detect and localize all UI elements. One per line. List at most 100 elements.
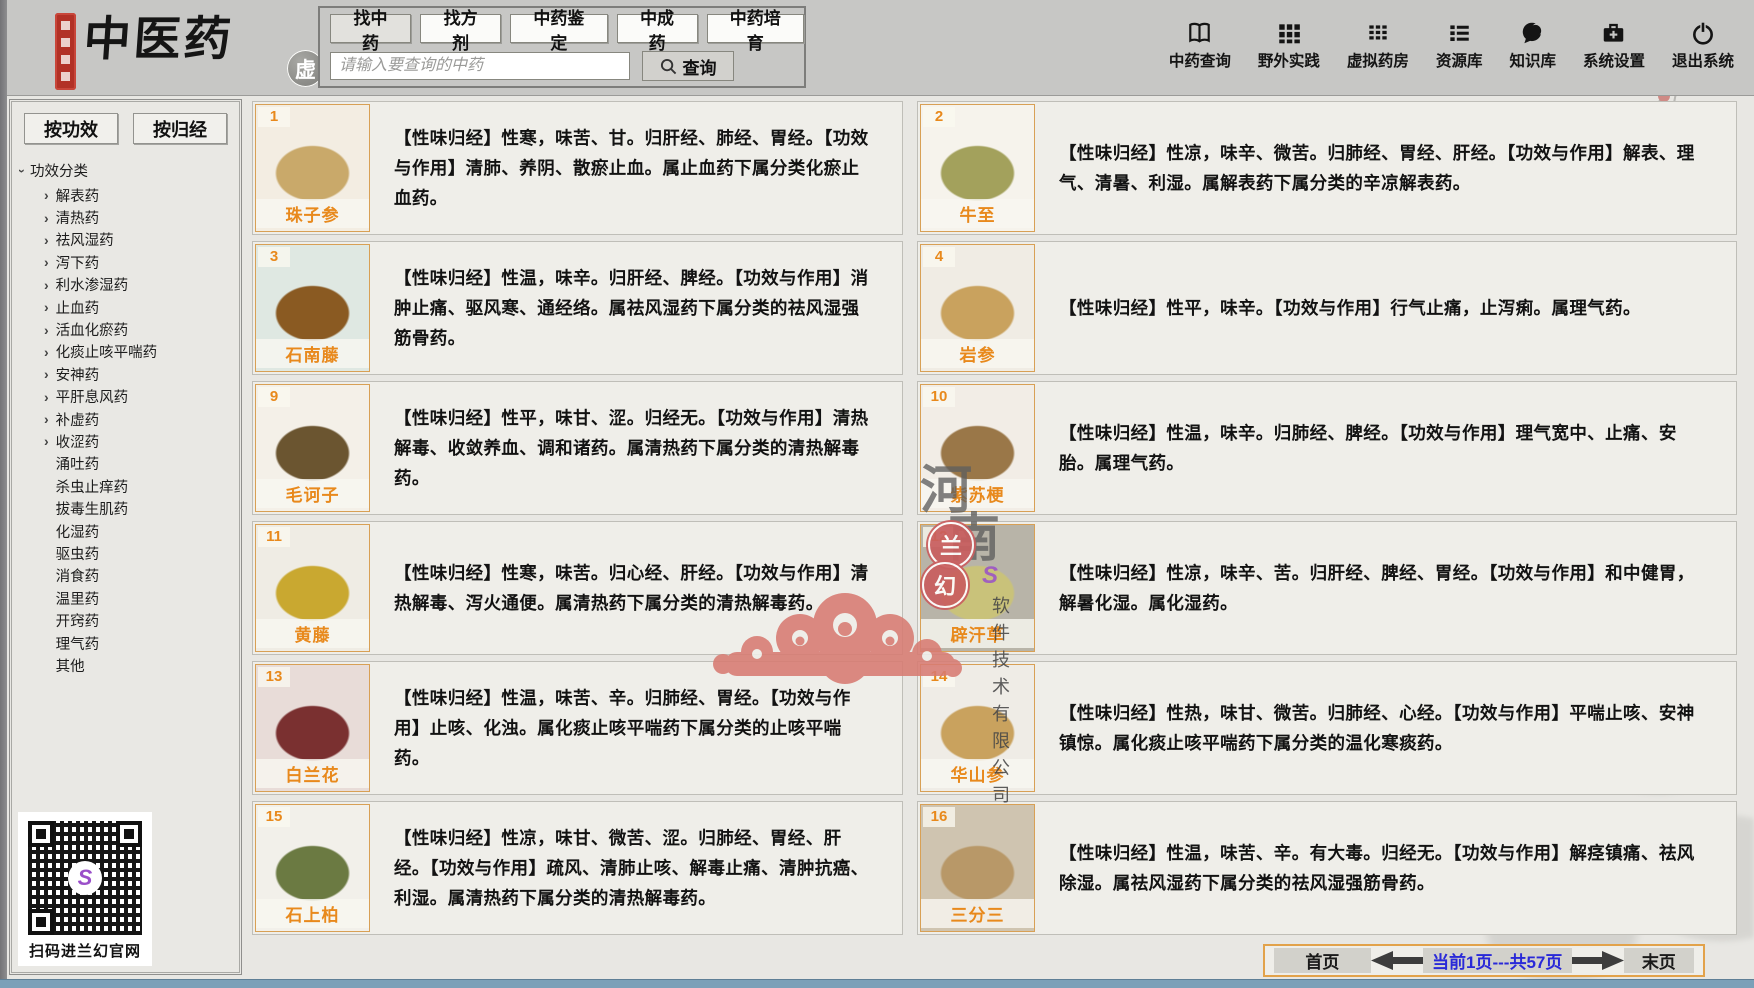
herb-card[interactable]: 9 毛诃子 【性味归经】性平，味甘、涩。归经无。【功效与作用】清热解毒、收敛养血… <box>252 381 903 515</box>
herb-number-badge: 4 <box>923 247 955 267</box>
search-tab[interactable]: 中药鉴定 <box>510 14 607 43</box>
herb-description: 【性味归经】性凉，味辛、微苦。归肺经、胃经、肝经。【功效与作用】解表、理气、清暑… <box>1037 138 1736 198</box>
tree-item-label: 消食药 <box>56 565 100 586</box>
herb-card[interactable]: 15 石上柏 【性味归经】性凉，味甘、微苦、涩。归肺经、胃经、肝经。【功效与作用… <box>252 801 903 935</box>
tree-item-label: 平肝息风药 <box>56 386 129 407</box>
herb-photo: 10 紫苏梗 <box>920 384 1035 512</box>
arrow-left-icon <box>1371 951 1423 970</box>
sidebar-tree-item[interactable]: › 化痰止咳平喘药 <box>10 341 241 363</box>
pagination-bar: 首页 当前1页---共57页 末页 <box>1263 944 1705 977</box>
herb-description: 【性味归经】性温，味苦、辛。有大毒。归经无。【功效与作用】解痉镇痛、祛风除湿。属… <box>1037 838 1736 898</box>
sidebar-tree-item[interactable]: › 其他 <box>10 654 241 676</box>
herb-photo: 15 石上柏 <box>255 804 370 932</box>
herb-name: 岩参 <box>921 339 1034 368</box>
sidebar-tree-item[interactable]: › 收涩药 <box>10 430 241 452</box>
herb-photo-blob <box>930 408 1025 486</box>
chevron-right-icon: › <box>44 434 49 448</box>
herb-card[interactable]: 13 白兰花 【性味归经】性温，味苦、辛。归肺经、胃经。【功效与作用】止咳、化浊… <box>252 661 903 795</box>
herb-card[interactable]: 16 三分三 【性味归经】性温，味苦、辛。有大毒。归经无。【功效与作用】解痉镇痛… <box>917 801 1737 935</box>
herb-number-badge: 2 <box>923 107 955 127</box>
nav-label: 退出系统 <box>1672 49 1734 71</box>
previous-page-button[interactable] <box>1371 951 1423 970</box>
sidebar-tree-item[interactable]: › 平肝息风药 <box>10 386 241 408</box>
tree-item-label: 驱虫药 <box>56 543 100 564</box>
herb-name: 石上柏 <box>256 899 369 928</box>
sidebar-tree-item[interactable]: › 利水渗湿药 <box>10 274 241 296</box>
sidebar-tree-item[interactable]: › 杀虫止痒药 <box>10 475 241 497</box>
herb-description: 【性味归经】性寒，味苦、甘。归肝经、肺经、胃经。【功效与作用】清肺、养阴、散瘀止… <box>372 123 902 213</box>
search-input[interactable] <box>330 52 630 80</box>
next-page-button[interactable] <box>1572 951 1624 970</box>
herb-card[interactable]: 10 紫苏梗 【性味归经】性温，味辛。归肺经、脾经。【功效与作用】理气宽中、止痛… <box>917 381 1737 515</box>
chevron-right-icon: › <box>44 278 49 292</box>
sidebar-tree-item[interactable]: › 清热药 <box>10 206 241 228</box>
herb-description: 【性味归经】性平，味甘、涩。归经无。【功效与作用】清热解毒、收敛养血、调和诸药。… <box>372 403 902 493</box>
nav-virtual-pharmacy[interactable]: 虚拟药房 <box>1347 20 1409 71</box>
sidebar-tree-item[interactable]: › 温里药 <box>10 587 241 609</box>
sidebar-tree-item[interactable]: › 祛风湿药 <box>10 229 241 251</box>
sidebar-tree-item[interactable]: › 安神药 <box>10 363 241 385</box>
herb-number-badge: 9 <box>258 387 290 407</box>
chevron-down-icon: › <box>15 169 29 173</box>
herb-card[interactable]: 2 牛至 【性味归经】性凉，味辛、微苦。归肺经、胃经、肝经。【功效与作用】解表、… <box>917 101 1737 235</box>
search-tab[interactable]: 找方剂 <box>420 14 501 43</box>
sidebar-tree-item[interactable]: › 止血药 <box>10 296 241 318</box>
herb-card[interactable]: 12 辟汗草 【性味归经】性凉，味辛、苦。归肝经、脾经、胃经。【功效与作用】和中… <box>917 521 1737 655</box>
herb-photo-blob <box>265 548 360 626</box>
nav-field-practice[interactable]: 野外实践 <box>1258 20 1320 71</box>
sidebar-tree-item[interactable]: › 消食药 <box>10 565 241 587</box>
search-tab[interactable]: 找中药 <box>330 14 411 43</box>
tree-root-effect-category[interactable]: › 功效分类 <box>20 160 241 181</box>
herb-number-badge: 15 <box>258 807 290 827</box>
herb-photo: 1 珠子参 <box>255 104 370 232</box>
nav-exit-system[interactable]: 退出系统 <box>1672 20 1734 71</box>
tree-item-label: 温里药 <box>56 588 100 609</box>
tree-item-label: 安神药 <box>56 364 100 385</box>
herb-card[interactable]: 4 岩参 【性味归经】性平，味辛。【功效与作用】行气止痛，止泻痢。属理气药。 <box>917 241 1737 375</box>
nav-label: 系统设置 <box>1583 49 1645 71</box>
nav-resource-library[interactable]: 资源库 <box>1436 20 1483 71</box>
herb-card[interactable]: 14 华山参 【性味归经】性热，味甘、微苦。归肺经、心经。【功效与作用】平喘止咳… <box>917 661 1737 795</box>
herb-photo-blob <box>265 688 360 766</box>
tree-item-label: 拔毒生肌药 <box>56 498 129 519</box>
sidebar-tree-item[interactable]: › 驱虫药 <box>10 542 241 564</box>
herb-photo: 3 石南藤 <box>255 244 370 372</box>
herb-card[interactable]: 3 石南藤 【性味归经】性温，味辛。归肝经、脾经。【功效与作用】消肿止痛、驱风寒… <box>252 241 903 375</box>
sidebar-tree-item[interactable]: › 活血化瘀药 <box>10 318 241 340</box>
nav-label: 中药查询 <box>1169 49 1231 71</box>
herb-name: 辟汗草 <box>921 619 1034 648</box>
app-title: 中医药 <box>82 0 237 69</box>
nav-herb-query[interactable]: 中药查询 <box>1169 20 1231 71</box>
herb-number-badge: 10 <box>923 387 955 407</box>
page-status: 当前1页---共57页 <box>1423 948 1572 973</box>
herb-card[interactable]: 11 黄藤 【性味归经】性寒，味苦。归心经、肝经。【功效与作用】清热解毒、泻火通… <box>252 521 903 655</box>
qr-code: S <box>28 821 142 935</box>
filter-by-meridian-button[interactable]: 按归经 <box>133 113 227 144</box>
sidebar-tree-item[interactable]: › 补虚药 <box>10 408 241 430</box>
sidebar-tree-item[interactable]: › 化湿药 <box>10 520 241 542</box>
herb-photo: 9 毛诃子 <box>255 384 370 512</box>
sidebar-tree-item[interactable]: › 理气药 <box>10 632 241 654</box>
nav-knowledge-base[interactable]: 知识库 <box>1509 20 1556 71</box>
chevron-right-icon: › <box>44 255 49 269</box>
tree-item-label: 理气药 <box>56 633 100 654</box>
search-button[interactable]: 查询 <box>642 51 734 81</box>
last-page-button[interactable]: 末页 <box>1624 948 1694 973</box>
sidebar-tree-item[interactable]: › 泻下药 <box>10 251 241 273</box>
sidebar-tree-item[interactable]: › 涌吐药 <box>10 453 241 475</box>
sidebar-tree-item[interactable]: › 开窍药 <box>10 609 241 631</box>
herb-card[interactable]: 1 珠子参 【性味归经】性寒，味苦、甘。归肝经、肺经、胃经。【功效与作用】清肺、… <box>252 101 903 235</box>
herb-number-badge: 13 <box>258 667 290 687</box>
first-page-button[interactable]: 首页 <box>1274 948 1371 973</box>
top-nav: 中药查询 野外实践 <box>1169 20 1734 71</box>
sidebar-tree-item[interactable]: › 解表药 <box>10 184 241 206</box>
nav-system-settings[interactable]: 系统设置 <box>1583 20 1645 71</box>
sidebar-tree-item[interactable]: › 拔毒生肌药 <box>10 497 241 519</box>
grid-icon <box>1276 20 1302 46</box>
herb-name: 毛诃子 <box>256 479 369 508</box>
herb-photo: 11 黄藤 <box>255 524 370 652</box>
filter-by-effect-button[interactable]: 按功效 <box>24 113 118 144</box>
search-tab[interactable]: 中成药 <box>617 14 698 43</box>
tree-item-label: 利水渗湿药 <box>56 274 129 295</box>
search-tab[interactable]: 中药培育 <box>707 14 804 43</box>
